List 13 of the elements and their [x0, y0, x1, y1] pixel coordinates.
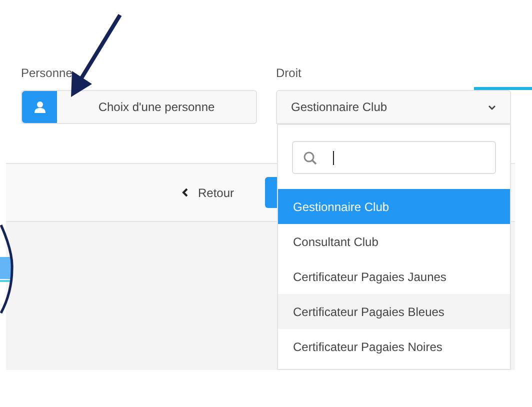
search-field[interactable] [292, 141, 496, 174]
chevron-down-icon [488, 104, 496, 110]
field-label: Personne [21, 65, 74, 81]
person-icon [22, 91, 57, 123]
search-icon [303, 150, 317, 164]
field-label: Droit [276, 65, 302, 81]
text-cursor [333, 151, 334, 165]
dropdown-option[interactable]: Certificateur Pagaies Bleues [278, 294, 510, 329]
accent-line [474, 87, 532, 90]
person-picker-button[interactable]: Choix d'une personne [21, 90, 257, 124]
back-button[interactable]: Retour [182, 184, 234, 202]
role-dropdown[interactable]: Gestionnaire Club [276, 90, 511, 124]
chevron-left-icon [182, 188, 188, 197]
